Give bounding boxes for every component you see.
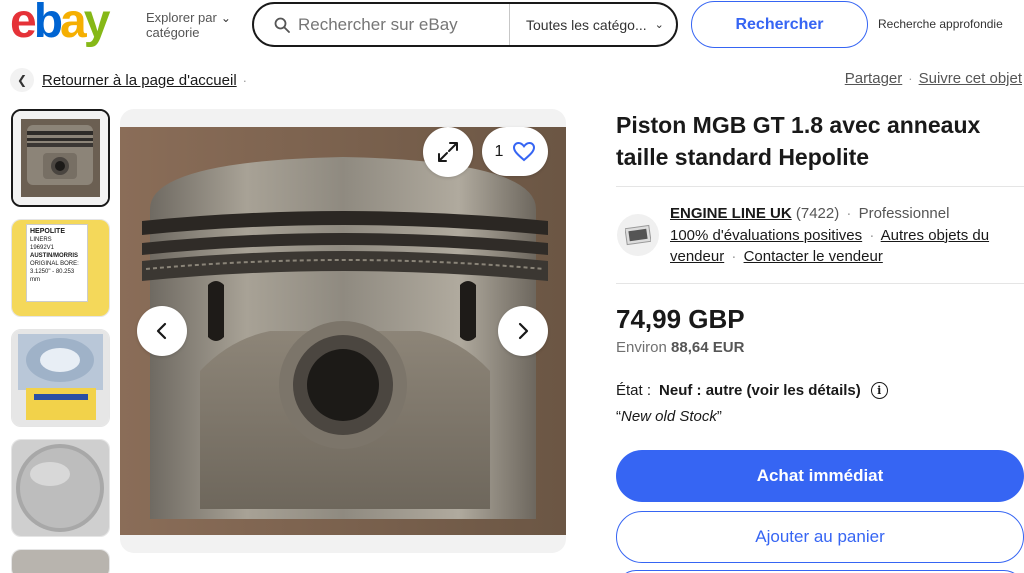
box-maker: AUSTIN/MORRIS (30, 253, 78, 259)
info-icon[interactable]: i (870, 382, 888, 399)
explore-line-2: catégorie (146, 25, 200, 40)
thumbnail-4[interactable] (11, 439, 110, 537)
thumbnail-1[interactable] (11, 109, 110, 207)
condition-label: État : (616, 382, 652, 399)
divider (616, 283, 1024, 284)
box-brand: HEPOLITE (30, 228, 66, 235)
breadcrumb: ❮ Retourner à la page d'accueil · (10, 68, 253, 92)
separator-dot: · (242, 72, 247, 88)
separator-dot: · (846, 205, 852, 222)
logo-letter-b: b (33, 0, 63, 48)
chevron-right-icon (518, 322, 529, 340)
seller-type: Professionnel (858, 205, 950, 222)
search-icon (274, 17, 290, 33)
item-actions: Partager · Suivre cet objet (845, 70, 1022, 87)
explore-line-1: Explorer par (146, 10, 217, 25)
search-input[interactable] (298, 14, 510, 35)
follow-item-link[interactable]: Suivre cet objet (919, 70, 1022, 87)
condition-value: Neuf : autre (voir les détails) (659, 382, 861, 399)
item-title: Piston MGB GT 1.8 avec anneaux taille st… (616, 112, 981, 170)
share-link[interactable]: Partager (845, 70, 903, 87)
seller-name-link[interactable]: ENGINE LINE UK (670, 205, 792, 222)
condition-row: État : Neuf : autre (voir les détails) i (616, 382, 888, 399)
positive-feedback-link[interactable]: 100% d'évaluations positives (670, 227, 862, 244)
chevron-down-icon: ⌄ (654, 19, 664, 31)
ebay-logo[interactable]: ebay (10, 0, 111, 50)
separator-dot: · (731, 248, 737, 265)
logo-letter-a: a (60, 0, 87, 48)
seller-info: ENGINE LINE UK (7422) · Professionnel 10… (670, 203, 1020, 268)
watch-button[interactable]: 1 (482, 127, 548, 176)
divider (616, 186, 1024, 187)
seller-avatar[interactable] (617, 214, 659, 256)
box-bore: ORIGINAL BORE: (30, 261, 79, 267)
condition-note-text: New old Stock (621, 408, 717, 425)
chevron-left-icon (156, 322, 167, 340)
box-line-2: 19692V1 (30, 245, 55, 251)
thumbnail-3[interactable] (11, 329, 110, 427)
expand-icon (438, 142, 458, 162)
piston-top-thumbnail-image (12, 440, 109, 536)
thumbnail-5[interactable] (11, 549, 110, 573)
thumbnail-2[interactable]: HEPOLITE LINERS 19692V1 AUSTIN/MORRIS OR… (11, 219, 110, 317)
item-price: 74,99 GBP (616, 304, 745, 334)
back-to-home-link[interactable]: Retourner à la page d'accueil (42, 72, 237, 89)
search-button[interactable]: Rechercher (691, 1, 868, 48)
search-bar: Toutes les catégo... ⌄ (252, 2, 678, 47)
thumbnail-5-image (12, 550, 109, 573)
seller-logo-icon (625, 224, 651, 246)
separator-dot: · (908, 71, 913, 86)
previous-image-button[interactable] (137, 306, 187, 356)
condition-note: “New old Stock” (616, 408, 722, 425)
category-select[interactable]: Toutes les catégo... ⌄ (509, 4, 676, 45)
logo-letter-e: e (10, 0, 37, 48)
add-to-cart-button[interactable]: Ajouter au panier (616, 511, 1024, 563)
advanced-search-link[interactable]: Recherche approfondie (878, 17, 1003, 31)
heart-icon (513, 141, 536, 161)
contact-seller-link[interactable]: Contacter le vendeur (744, 248, 883, 265)
approx-label: Environ (616, 339, 667, 356)
box-line-1: LINERS (30, 237, 52, 243)
buy-now-button[interactable]: Achat immédiat (616, 450, 1024, 502)
next-image-button[interactable] (498, 306, 548, 356)
category-select-value: Toutes les catégo... (526, 16, 647, 33)
chevron-down-icon: ⌄ (220, 11, 231, 25)
explore-by-category[interactable]: Explorer par catégorie ⌄ (146, 10, 231, 40)
chevron-left-icon[interactable]: ❮ (10, 68, 34, 92)
converted-price: Environ 88,64 EUR (616, 339, 744, 356)
piston-thumbnail-image (13, 111, 108, 205)
separator-dot: · (869, 226, 875, 244)
box-label: HEPOLITE LINERS 19692V1 AUSTIN/MORRIS OR… (26, 224, 88, 302)
seller-feedback-count: (7422) (795, 205, 840, 222)
expand-button[interactable] (423, 127, 473, 177)
favorite-count: 1 (494, 142, 504, 160)
open-box-thumbnail-image (12, 330, 109, 426)
approx-value: 88,64 EUR (671, 339, 745, 356)
logo-letter-y: y (83, 0, 111, 48)
box-bore-value: 3.1250" - 80.253 mm (30, 269, 75, 283)
